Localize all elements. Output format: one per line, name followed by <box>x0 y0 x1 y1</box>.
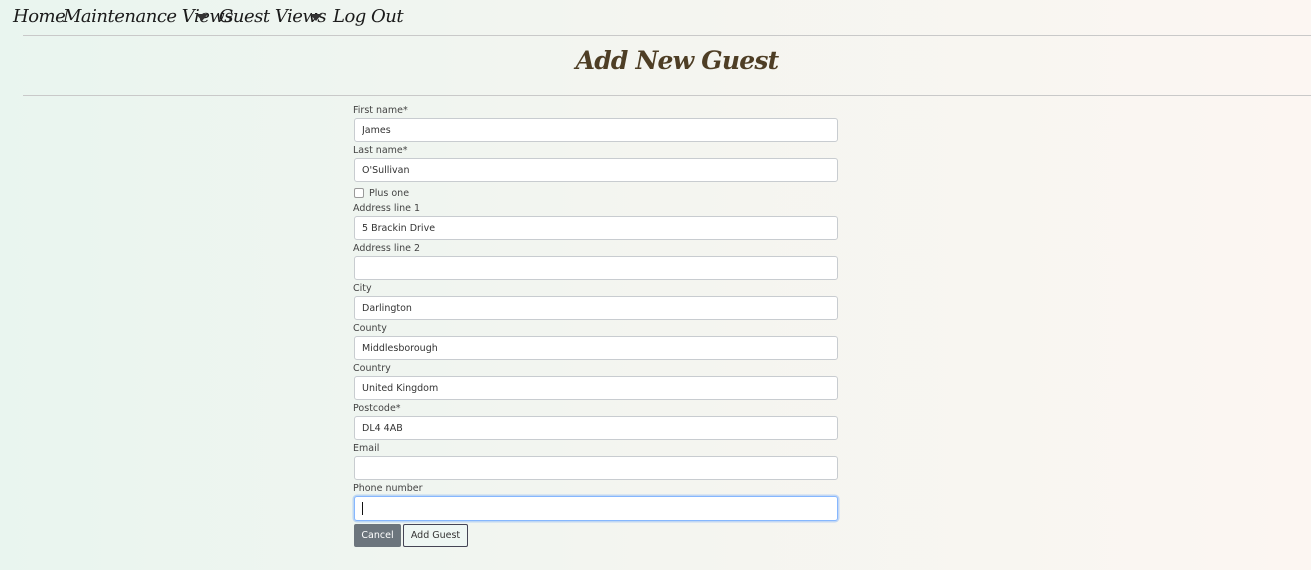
last-name-label: Last name* <box>353 145 408 156</box>
country-input[interactable] <box>354 376 838 400</box>
address-line-2-input[interactable] <box>354 256 838 280</box>
phone-number-group: Phone number <box>353 482 838 521</box>
address-line-1-label: Address line 1 <box>353 203 421 214</box>
page-header: Add New Guest <box>23 36 1311 96</box>
page-title: Add New Guest <box>575 46 780 75</box>
city-input[interactable] <box>354 296 838 320</box>
add-guest-form: First name* Last name* Plus one Address … <box>353 104 838 547</box>
address-line-1-group: Address line 1 <box>353 202 838 240</box>
form-buttons: Cancel Add Guest <box>354 524 838 547</box>
first-name-group: First name* <box>353 104 838 142</box>
nav-home-link[interactable]: Home <box>13 6 66 27</box>
country-label: Country <box>353 363 391 374</box>
nav-log-out-link[interactable]: Log Out <box>333 6 404 27</box>
email-input[interactable] <box>354 456 838 480</box>
first-name-label: First name* <box>353 105 408 116</box>
guest-views-dropdown-caret-icon[interactable] <box>310 14 322 21</box>
address-line-1-input[interactable] <box>354 216 838 240</box>
county-label: County <box>353 323 387 334</box>
address-line-2-group: Address line 2 <box>353 242 838 280</box>
email-label: Email <box>353 443 380 454</box>
city-label: City <box>353 283 372 294</box>
maintenance-views-dropdown-caret-icon[interactable] <box>196 14 208 21</box>
phone-number-input[interactable] <box>354 496 838 521</box>
email-group: Email <box>353 442 838 480</box>
plus-one-label: Plus one <box>369 187 410 199</box>
cancel-button[interactable]: Cancel <box>354 524 401 547</box>
add-guest-button[interactable]: Add Guest <box>403 524 468 547</box>
phone-number-wrapper <box>354 496 838 521</box>
first-name-input[interactable] <box>354 118 838 142</box>
last-name-input[interactable] <box>354 158 838 182</box>
country-group: Country <box>353 362 838 400</box>
city-group: City <box>353 282 838 320</box>
last-name-group: Last name* <box>353 144 838 182</box>
address-line-2-label: Address line 2 <box>353 243 421 254</box>
county-group: County <box>353 322 838 360</box>
postcode-label: Postcode* <box>353 403 401 414</box>
plus-one-row: Plus one <box>354 184 838 202</box>
postcode-input[interactable] <box>354 416 838 440</box>
text-cursor <box>362 502 363 515</box>
county-input[interactable] <box>354 336 838 360</box>
phone-number-label: Phone number <box>353 483 423 494</box>
top-navbar: Home Maintenance Views Guest Views Log O… <box>13 0 1311 36</box>
plus-one-checkbox[interactable] <box>354 188 364 198</box>
postcode-group: Postcode* <box>353 402 838 440</box>
